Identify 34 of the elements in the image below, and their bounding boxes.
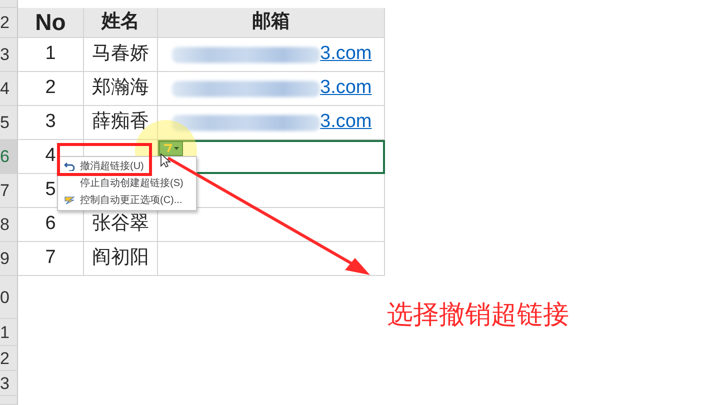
email-link[interactable]: 3.com (320, 40, 372, 69)
row-header (0, 0, 18, 8)
column-header: No (18, 8, 84, 38)
row-header (0, 396, 18, 405)
table-cell: 2 (18, 72, 84, 106)
table-cell: 3 (18, 106, 84, 140)
row-header: 2 (0, 346, 18, 371)
row-header: 0 (0, 276, 18, 319)
table-cell: 郑瀚海 (84, 72, 158, 106)
undo-icon (64, 162, 74, 171)
row-header: 2 (0, 8, 18, 38)
annotation-text: 选择撤销超链接 (387, 299, 569, 332)
row-header: 3 (0, 371, 18, 396)
row-header: 6 (0, 140, 18, 174)
row-header: 1 (0, 319, 18, 346)
row-header: 5 (0, 106, 18, 140)
table-cell: 7 (18, 242, 84, 276)
lightning-icon (64, 196, 74, 205)
column-header: 邮箱 (158, 8, 385, 38)
email-link[interactable]: 3.com (320, 74, 372, 103)
row-header: 9 (0, 242, 18, 276)
table-cell: 薛痴香 (84, 106, 158, 140)
row-header: 4 (0, 72, 18, 106)
table-cell: 阎初阳 (84, 242, 158, 276)
column-header: 姓名 (84, 8, 158, 38)
table-cell: 马春娇 (84, 38, 158, 72)
lightning-icon (163, 144, 172, 153)
email-link[interactable]: 3.com (320, 108, 372, 137)
caret-icon (174, 147, 179, 150)
autocorrect-options-button[interactable] (159, 141, 183, 156)
row-header: 3 (0, 38, 18, 72)
table-cell: 1 (18, 38, 84, 72)
row-header: 8 (0, 208, 18, 242)
row-header: 7 (0, 174, 18, 208)
